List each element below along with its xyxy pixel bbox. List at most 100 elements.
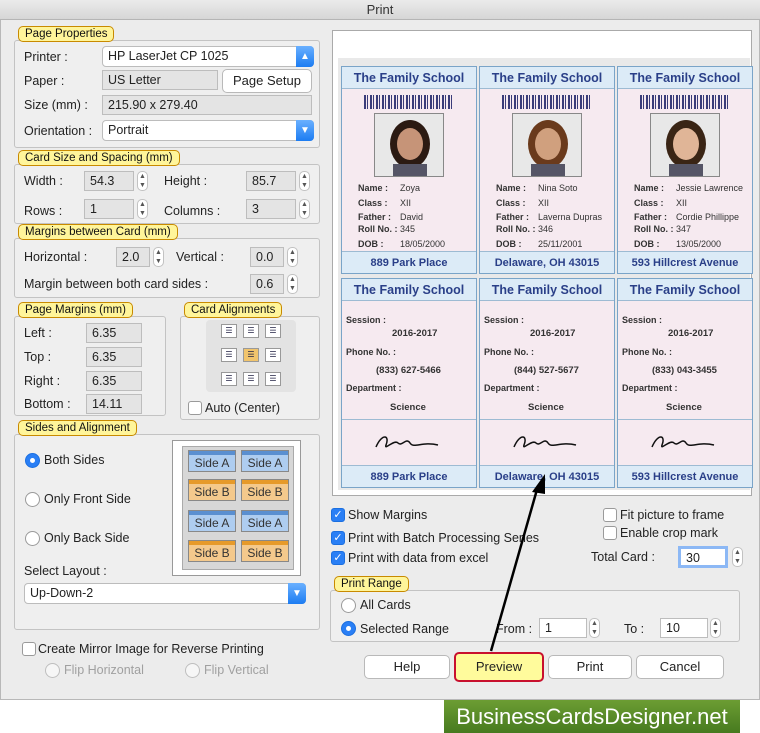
layout-select[interactable]: Up-Down-2 ▼ — [24, 583, 306, 604]
card-alignments-label: Card Alignments — [184, 302, 283, 318]
help-button[interactable]: Help — [364, 655, 450, 679]
right-margin-field[interactable]: 6.35 — [86, 371, 142, 391]
width-stepper[interactable]: ▲ ▼ — [137, 171, 148, 191]
total-card-field[interactable]: 30 — [678, 546, 728, 568]
father-value: Cordie Phillippe — [676, 212, 740, 222]
left-margin-field[interactable]: 6.35 — [86, 323, 142, 343]
from-field[interactable]: 1 — [539, 618, 587, 638]
both-sides-margin-stepper[interactable]: ▲ ▼ — [287, 274, 298, 294]
width-field[interactable]: 54.3 — [84, 171, 134, 191]
excel-checkbox[interactable]: ✓ — [331, 551, 345, 565]
phone-value: (844) 527-5677 — [514, 365, 579, 376]
barcode-icon — [502, 95, 592, 109]
right-margin-label: Right : — [24, 374, 61, 388]
department-key: Department : — [622, 383, 678, 393]
rows-label: Rows : — [24, 204, 63, 218]
horizontal-stepper[interactable]: ▲ ▼ — [153, 247, 164, 267]
page-properties-label: Page Properties — [18, 26, 115, 42]
both-sides-margin-field[interactable]: 0.6 — [250, 274, 284, 294]
chevron-down-icon: ▼ — [296, 120, 314, 141]
vertical-field[interactable]: 0.0 — [250, 247, 284, 267]
phone-key: Phone No. : — [484, 347, 534, 357]
back-side-label: Only Back Side — [44, 531, 130, 545]
bottom-margin-field[interactable]: 14.11 — [86, 394, 142, 414]
card-school-name: The Family School — [480, 279, 614, 301]
dob-value: 25/11/2001 — [538, 239, 583, 249]
align-bottom-center-icon[interactable]: ☰ — [243, 372, 259, 386]
side-a-block: Side A — [188, 450, 236, 472]
height-stepper[interactable]: ▲ ▼ — [299, 171, 310, 191]
roll-key: Roll No. : — [634, 224, 674, 234]
father-key: Father : — [634, 212, 668, 222]
align-bottom-left-icon[interactable]: ☰ — [221, 372, 237, 386]
to-stepper[interactable]: ▲ ▼ — [710, 618, 721, 638]
size-field[interactable]: 215.90 x 279.40 — [102, 95, 312, 115]
mirror-checkbox[interactable] — [22, 642, 36, 656]
from-stepper[interactable]: ▲ ▼ — [589, 618, 600, 638]
to-field[interactable]: 10 — [660, 618, 708, 638]
flip-horizontal-radio[interactable] — [45, 663, 60, 678]
signature-icon — [513, 436, 577, 448]
flip-vertical-label: Flip Vertical — [204, 663, 269, 677]
align-middle-left-icon[interactable]: ☰ — [221, 348, 237, 362]
name-value: Jessie Lawrence — [676, 183, 744, 193]
flip-vertical-radio[interactable] — [185, 663, 200, 678]
vertical-stepper[interactable]: ▲ ▼ — [287, 247, 298, 267]
rows-field[interactable]: 1 — [84, 199, 134, 219]
cancel-button[interactable]: Cancel — [636, 655, 724, 679]
align-bottom-right-icon[interactable]: ☰ — [265, 372, 281, 386]
all-cards-label: All Cards — [360, 598, 411, 612]
selected-range-label: Selected Range — [360, 622, 449, 636]
align-top-right-icon[interactable]: ☰ — [265, 324, 281, 338]
paper-field[interactable]: US Letter — [102, 70, 218, 90]
card-size-label: Card Size and Spacing (mm) — [18, 150, 180, 166]
show-margins-checkbox[interactable]: ✓ — [331, 508, 345, 522]
align-top-center-icon[interactable]: ☰ — [243, 324, 259, 338]
columns-field[interactable]: 3 — [246, 199, 296, 219]
session-value: 2016-2017 — [392, 328, 438, 339]
orientation-label: Orientation : — [24, 124, 93, 138]
columns-stepper[interactable]: ▲ ▼ — [299, 199, 310, 219]
both-sides-radio[interactable] — [25, 453, 40, 468]
height-field[interactable]: 85.7 — [246, 171, 296, 191]
total-card-stepper[interactable]: ▲ ▼ — [732, 547, 743, 567]
phone-key: Phone No. : — [346, 347, 396, 357]
top-margin-field[interactable]: 6.35 — [86, 347, 142, 367]
preview-button[interactable]: Preview — [454, 652, 544, 682]
front-side-radio[interactable] — [25, 492, 40, 507]
align-middle-right-icon[interactable]: ☰ — [265, 348, 281, 362]
session-key: Session : — [484, 315, 525, 325]
father-value: David — [400, 212, 424, 222]
divider — [342, 419, 476, 420]
roll-value: 347 — [676, 224, 692, 234]
fit-picture-checkbox[interactable] — [603, 508, 617, 522]
front-side-label: Only Front Side — [44, 492, 131, 506]
paper-label: Paper : — [24, 74, 65, 88]
printer-label: Printer : — [24, 50, 68, 64]
orientation-select[interactable]: Portrait ▼ — [102, 120, 314, 141]
horizontal-field[interactable]: 2.0 — [116, 247, 150, 267]
batch-checkbox[interactable]: ✓ — [331, 531, 345, 545]
align-top-left-icon[interactable]: ☰ — [221, 324, 237, 338]
class-key: Class : — [496, 198, 526, 208]
align-center-icon[interactable]: ☰ — [243, 348, 259, 362]
crop-mark-checkbox[interactable] — [603, 526, 617, 540]
printer-select[interactable]: HP LaserJet CP 1025 ▲ — [102, 46, 314, 67]
layout-value: Up-Down-2 — [30, 586, 94, 600]
signature-icon — [375, 436, 439, 448]
department-key: Department : — [484, 383, 540, 393]
all-cards-radio[interactable] — [341, 598, 356, 613]
back-side-radio[interactable] — [25, 531, 40, 546]
class-value: XII — [676, 198, 688, 208]
selected-range-radio[interactable] — [341, 621, 356, 636]
department-value: Science — [666, 402, 702, 413]
auto-center-checkbox[interactable] — [188, 401, 202, 415]
margins-card-label: Margins between Card (mm) — [18, 224, 178, 240]
print-range-label: Print Range — [334, 576, 409, 592]
class-key: Class : — [358, 198, 388, 208]
print-button[interactable]: Print — [548, 655, 632, 679]
page-setup-button[interactable]: Page Setup — [222, 69, 312, 93]
side-b-block: Side B — [241, 479, 289, 501]
rows-stepper[interactable]: ▲ ▼ — [137, 199, 148, 219]
page-margins-label: Page Margins (mm) — [18, 302, 133, 318]
